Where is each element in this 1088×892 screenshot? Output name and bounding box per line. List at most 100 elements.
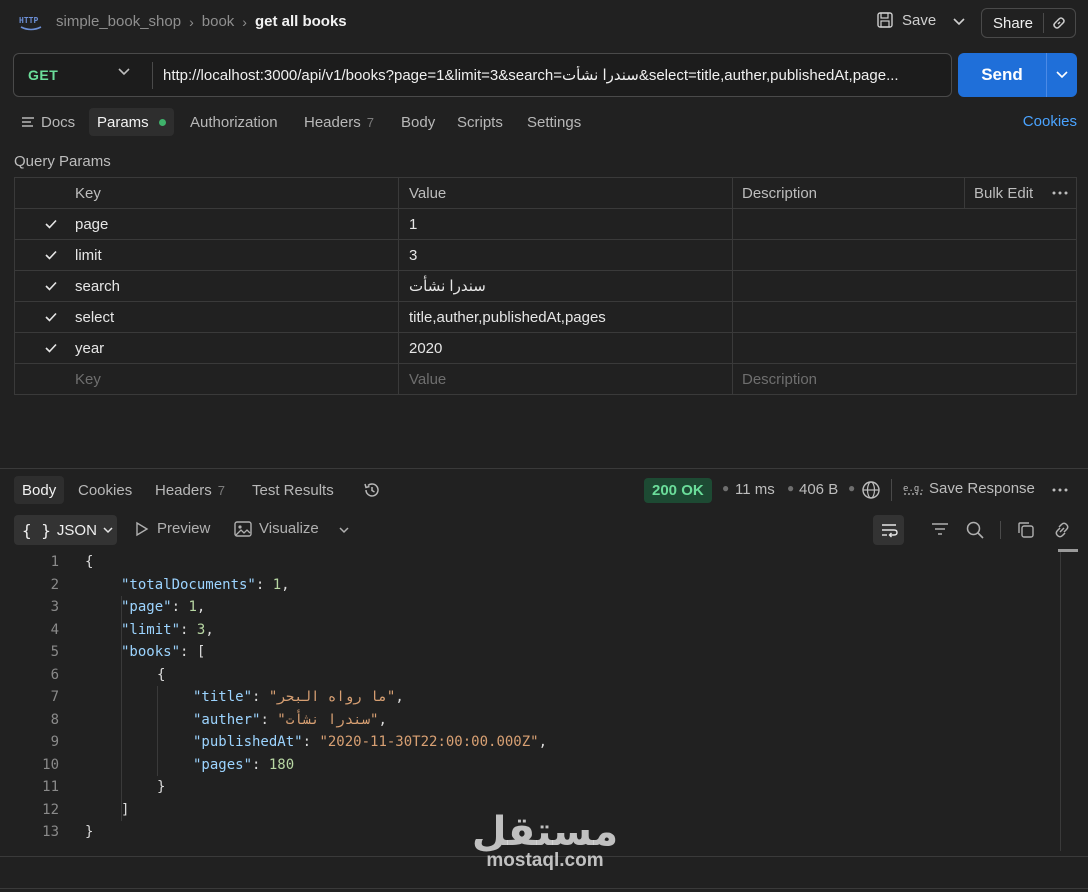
watermark-latin: mostaql.com: [486, 850, 604, 871]
tab-body-label: Body: [401, 113, 436, 131]
more-options-icon[interactable]: [1052, 488, 1068, 492]
braces-icon: { }: [22, 520, 51, 540]
json-key: "totalDocuments": [121, 576, 256, 593]
save-options-chevron-down-icon[interactable]: [949, 11, 969, 33]
json-number: 180: [268, 756, 295, 773]
tab-test-results[interactable]: Test Results: [252, 476, 334, 504]
column-key: Key: [75, 184, 101, 202]
code-text: "page": 1,: [121, 599, 206, 615]
chevron-down-icon[interactable]: [118, 68, 130, 76]
tab-response-body[interactable]: Body: [14, 476, 65, 504]
filter-icon[interactable]: [930, 521, 950, 537]
param-key[interactable]: page: [75, 209, 108, 239]
json-brace: {: [85, 554, 94, 570]
code-line: 8 "auther": "سندرا نشأت",: [0, 709, 1060, 731]
json-key: "books": [121, 644, 181, 660]
tab-body[interactable]: Body: [401, 108, 435, 136]
link-icon[interactable]: [1052, 520, 1072, 540]
json-number: 3: [196, 621, 206, 638]
send-button[interactable]: Send: [958, 53, 1046, 97]
line-number: 13: [42, 824, 59, 840]
tab-authorization[interactable]: Authorization: [190, 108, 278, 136]
tab-headers-label: Headers: [304, 113, 361, 131]
checkbox-checked-icon[interactable]: [44, 217, 58, 231]
json-key: "pages": [193, 756, 253, 773]
wrap-lines-icon[interactable]: [873, 515, 904, 545]
globe-icon[interactable]: [861, 480, 881, 500]
checkbox-checked-icon[interactable]: [44, 310, 58, 324]
param-value[interactable]: سندرا نشأت: [409, 271, 486, 301]
json-bracket: [: [196, 644, 206, 660]
save-response-button[interactable]: e.g. Save Response: [903, 480, 1035, 497]
history-icon[interactable]: [362, 476, 382, 504]
url-input[interactable]: http://localhost:3000/api/v1/books?page=…: [163, 66, 945, 84]
line-number: 9: [50, 734, 59, 750]
param-key[interactable]: limit: [75, 240, 102, 270]
separator-dot: ●: [722, 481, 730, 495]
code-text: "publishedAt": "2020-11-30T22:00:00.000Z…: [193, 734, 548, 750]
tab-params-label: Params: [97, 113, 149, 131]
watermark-arabic: مستقل: [471, 809, 619, 855]
chevron-right-icon: ›: [189, 13, 194, 30]
code-line: 10 "pages": 180: [0, 754, 1060, 776]
param-value[interactable]: 2020: [409, 333, 442, 363]
save-button[interactable]: Save: [876, 11, 936, 29]
code-line: 3 "page": 1,: [0, 596, 1060, 618]
tab-docs[interactable]: Docs: [21, 108, 75, 136]
param-value[interactable]: title,auther,publishedAt,pages: [409, 302, 606, 332]
breadcrumb-folder[interactable]: book: [202, 13, 235, 30]
param-value[interactable]: 3: [409, 240, 417, 270]
more-options-icon[interactable]: [1052, 178, 1068, 208]
method-select[interactable]: GET: [28, 67, 58, 83]
response-time: 11 ms: [735, 481, 775, 498]
param-key[interactable]: search: [75, 271, 120, 301]
tab-params[interactable]: Params: [89, 108, 174, 136]
visualize-button[interactable]: Visualize: [234, 520, 319, 537]
param-value[interactable]: 1: [409, 209, 417, 239]
line-number: 4: [50, 621, 59, 638]
new-description-input[interactable]: Description: [742, 364, 817, 394]
format-select[interactable]: { } JSON: [14, 515, 117, 545]
param-key[interactable]: select: [75, 302, 114, 332]
checkbox-checked-icon[interactable]: [44, 341, 58, 355]
tab-response-headers[interactable]: Headers 7: [155, 476, 225, 504]
json-key: "page": [121, 599, 172, 615]
copy-link-icon[interactable]: [1044, 15, 1074, 31]
param-row-empty: Key Value Description: [15, 364, 1076, 395]
tab-authorization-label: Authorization: [190, 113, 278, 131]
json-key: "title": [193, 689, 253, 705]
column-description: Description: [742, 184, 818, 202]
request-title[interactable]: get all books: [255, 13, 347, 30]
params-header-row: Key Value Description Bulk Edit: [15, 178, 1076, 209]
play-icon: [134, 521, 150, 537]
json-key: "limit": [121, 621, 181, 638]
tab-headers[interactable]: Headers 7: [304, 108, 374, 136]
tab-response-cookies[interactable]: Cookies: [78, 476, 132, 504]
preview-label: Preview: [157, 520, 211, 537]
new-key-input[interactable]: Key: [75, 364, 101, 394]
chevron-down-icon[interactable]: [339, 527, 349, 534]
copy-icon[interactable]: [1016, 520, 1036, 540]
json-key: "auther": [193, 711, 261, 728]
param-key[interactable]: year: [75, 333, 104, 363]
share-button[interactable]: Share: [982, 15, 1043, 32]
line-number: 5: [50, 644, 59, 660]
tab-settings[interactable]: Settings: [527, 108, 581, 136]
breadcrumb-collection[interactable]: simple_book_shop: [56, 13, 181, 30]
code-line: 6{: [0, 664, 1060, 686]
checkbox-checked-icon[interactable]: [44, 248, 58, 262]
scrollbar-thumb[interactable]: [1058, 549, 1078, 552]
code-line: 5 "books": [: [0, 641, 1060, 663]
send-options-chevron-down-icon[interactable]: [1047, 53, 1077, 97]
tab-scripts[interactable]: Scripts: [457, 108, 503, 136]
cookies-link[interactable]: Cookies: [1023, 113, 1077, 130]
search-icon[interactable]: [965, 520, 985, 540]
checkbox-checked-icon[interactable]: [44, 279, 58, 293]
tab-settings-label: Settings: [527, 113, 582, 131]
preview-button[interactable]: Preview: [134, 520, 210, 537]
headers-count: 7: [366, 114, 374, 130]
separator-dot: ●: [787, 481, 795, 495]
new-value-input[interactable]: Value: [409, 364, 446, 394]
bulk-edit-button[interactable]: Bulk Edit: [974, 178, 1033, 208]
line-number: 2: [50, 576, 59, 593]
